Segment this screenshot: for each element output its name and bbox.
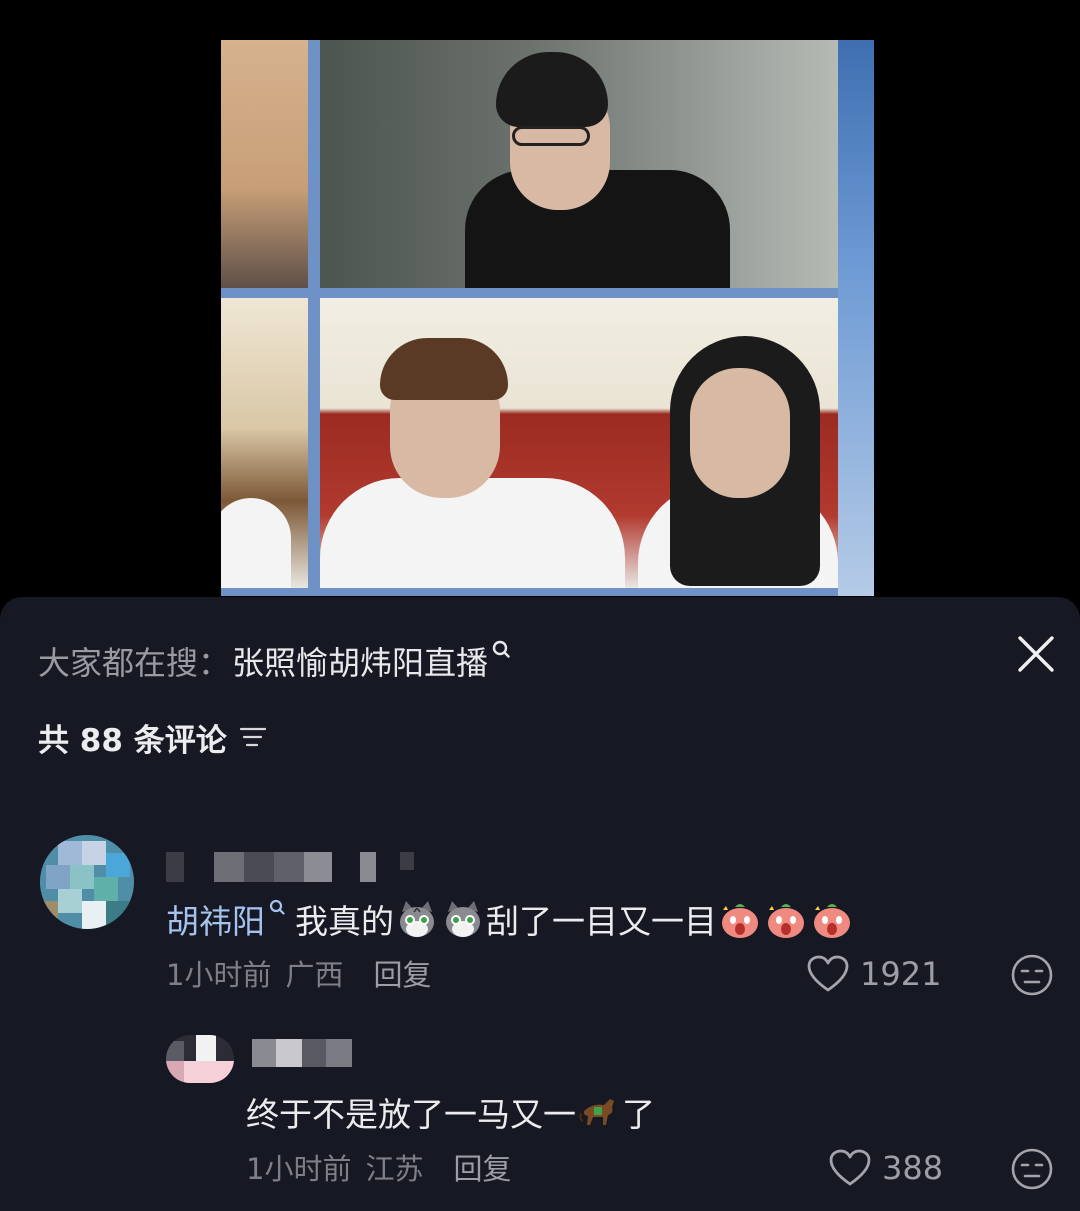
comment-body-part2: 刮了一目又一目 (486, 902, 717, 941)
avatar[interactable] (40, 835, 134, 929)
cat-emoji-icon (446, 901, 480, 937)
reply-time: 1小时前 (246, 1152, 352, 1186)
streamer-boy-body (320, 478, 625, 588)
video-tile-left-bottom (221, 298, 308, 588)
comment-body-part1: 我真的 (295, 902, 394, 941)
trending-search-prefix: 大家都在搜： (38, 644, 231, 682)
heart-icon (807, 955, 849, 992)
heart-icon (829, 1149, 871, 1186)
livestream-video (221, 40, 874, 596)
video-tile-left-top (221, 40, 308, 288)
reply-location: 江苏 (365, 1152, 424, 1186)
dislike-face-icon[interactable] (1010, 953, 1054, 997)
reply-body-part1: 终于不是放了一马又一 (246, 1095, 576, 1134)
comment-mention[interactable]: 胡祎阳 (166, 895, 265, 943)
close-icon[interactable] (1015, 633, 1057, 675)
trending-search-term[interactable]: 张照愉胡炜阳直播 (232, 638, 488, 684)
comment-text: 胡祎阳 我真的 刮了一目又一目 (166, 895, 855, 943)
reply-reply-button[interactable]: 回复 (453, 1146, 511, 1188)
reply-like-count: 388 (882, 1149, 944, 1187)
cat-emoji-icon (400, 901, 434, 937)
comment-panel: 大家都在搜： 张照愉胡炜阳直播 共 88 条评论 胡祎阳 我真的 刮了一目又一目… (0, 597, 1080, 1211)
sort-icon[interactable] (239, 726, 267, 748)
like-count: 1921 (860, 955, 942, 993)
comment-count-header: 共 88 条评论 (38, 715, 267, 759)
trending-search[interactable]: 大家都在搜： 张照愉胡炜阳直播 (38, 639, 510, 683)
horse-emoji-icon (579, 1099, 614, 1125)
peach-emoji-icon (768, 904, 804, 938)
dislike-face-icon[interactable] (1010, 1147, 1054, 1191)
reply-avatar[interactable] (166, 1035, 234, 1083)
video-tile-right (838, 40, 874, 596)
peach-emoji-icon (814, 904, 850, 938)
reply-like-button[interactable]: 388 (828, 1146, 943, 1190)
search-icon (269, 899, 285, 915)
peach-emoji-icon (722, 904, 758, 938)
reply-body-part2: 了 (622, 1095, 655, 1134)
comment-location: 广西 (285, 958, 344, 992)
reply-button[interactable]: 回复 (373, 952, 431, 994)
reply-username-blurred[interactable] (252, 1039, 352, 1067)
like-button[interactable]: 1921 (806, 952, 941, 996)
video-tile-bottom (320, 298, 838, 588)
search-icon (492, 640, 510, 658)
comment-meta: 1小时前 广西 回复 (166, 953, 431, 993)
username-blurred[interactable] (166, 852, 414, 882)
video-tile-top (320, 40, 838, 288)
comment-count: 共 88 条评论 (38, 722, 227, 759)
reply-text: 终于不是放了一马又一 了 (246, 1089, 655, 1135)
video-player[interactable] (0, 0, 1080, 600)
comment-time: 1小时前 (166, 958, 272, 992)
reply-meta: 1小时前 江苏 回复 (246, 1147, 511, 1187)
